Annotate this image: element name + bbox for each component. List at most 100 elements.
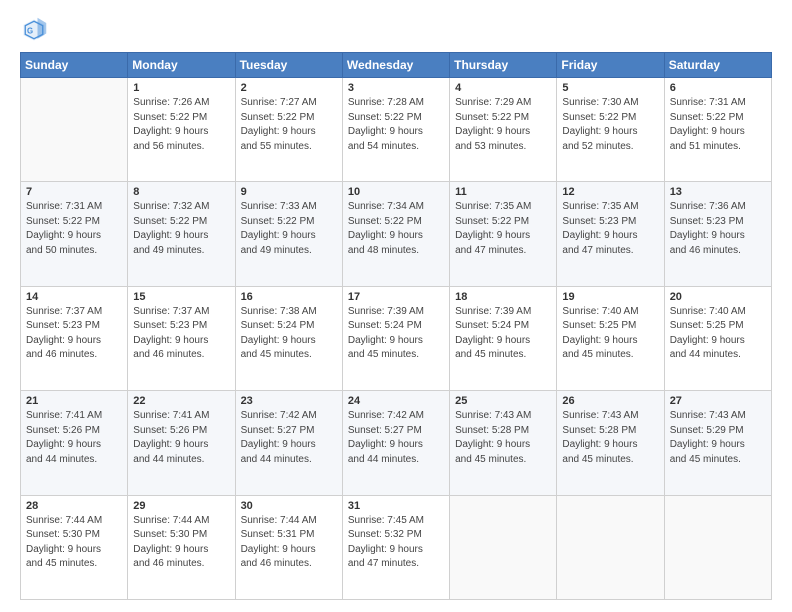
day-info: Sunrise: 7:43 AM Sunset: 5:29 PM Dayligh… (670, 409, 766, 467)
day-number: 24 (348, 395, 444, 407)
day-number: 19 (562, 291, 658, 303)
calendar-cell (450, 495, 557, 599)
day-number: 9 (241, 186, 337, 198)
svg-text:G: G (27, 27, 33, 36)
week-row-3: 14Sunrise: 7:37 AM Sunset: 5:23 PM Dayli… (21, 286, 772, 390)
weekday-header-monday: Monday (128, 53, 235, 78)
day-number: 1 (133, 82, 229, 94)
calendar-cell: 1 Sunrise: 7:26 AM Sunset: 5:22 PM Daylig… (128, 78, 235, 182)
weekday-header-saturday: Saturday (664, 53, 771, 78)
day-info: Sunrise: 7:34 AM Sunset: 5:22 PM Dayligh… (348, 200, 444, 258)
weekday-header-tuesday: Tuesday (235, 53, 342, 78)
day-number: 17 (348, 291, 444, 303)
day-info: Sunrise: 7:44 AM Sunset: 5:30 PM Dayligh… (133, 514, 229, 572)
week-row-1: 1 Sunrise: 7:26 AM Sunset: 5:22 PM Daylig… (21, 78, 772, 182)
calendar-cell: 22 Sunrise: 7:41 AM Sunset: 5:26 PM Dayli… (128, 391, 235, 495)
calendar-cell: 9 Sunrise: 7:33 AM Sunset: 5:22 PM Daylig… (235, 182, 342, 286)
day-info: Sunrise: 7:26 AM Sunset: 5:22 PM Dayligh… (133, 96, 229, 154)
day-info: Sunrise: 7:44 AM Sunset: 5:30 PM Dayligh… (26, 514, 122, 572)
weekday-header-row: SundayMondayTuesdayWednesdayThursdayFrid… (21, 53, 772, 78)
logo-icon: G (20, 16, 48, 44)
calendar-cell: 2Sunrise: 7:27 AM Sunset: 5:22 PM Daylig… (235, 78, 342, 182)
day-number: 25 (455, 395, 551, 407)
day-number: 4 (455, 82, 551, 94)
calendar-cell: 24Sunrise: 7:42 AM Sunset: 5:27 PM Dayli… (342, 391, 449, 495)
day-info: Sunrise: 7:40 AM Sunset: 5:25 PM Dayligh… (670, 305, 766, 363)
day-info: Sunrise: 7:31 AM Sunset: 5:22 PM Dayligh… (670, 96, 766, 154)
day-info: Sunrise: 7:37 AM Sunset: 5:23 PM Dayligh… (26, 305, 122, 363)
calendar-cell: 3Sunrise: 7:28 AM Sunset: 5:22 PM Daylig… (342, 78, 449, 182)
calendar-cell: 14Sunrise: 7:37 AM Sunset: 5:23 PM Dayli… (21, 286, 128, 390)
day-info: Sunrise: 7:41 AM Sunset: 5:26 PM Dayligh… (133, 409, 229, 467)
calendar-cell: 20 Sunrise: 7:40 AM Sunset: 5:25 PM Dayli… (664, 286, 771, 390)
calendar-cell: 4 Sunrise: 7:29 AM Sunset: 5:22 PM Daylig… (450, 78, 557, 182)
calendar-cell: 15Sunrise: 7:37 AM Sunset: 5:23 PM Dayli… (128, 286, 235, 390)
calendar-cell: 29 Sunrise: 7:44 AM Sunset: 5:30 PM Dayli… (128, 495, 235, 599)
calendar-cell: 23 Sunrise: 7:42 AM Sunset: 5:27 PM Dayli… (235, 391, 342, 495)
day-number: 16 (241, 291, 337, 303)
calendar-cell: 27 Sunrise: 7:43 AM Sunset: 5:29 PM Dayli… (664, 391, 771, 495)
calendar-cell: 5Sunrise: 7:30 AM Sunset: 5:22 PM Daylig… (557, 78, 664, 182)
day-info: Sunrise: 7:32 AM Sunset: 5:22 PM Dayligh… (133, 200, 229, 258)
day-number: 3 (348, 82, 444, 94)
calendar-cell: 18 Sunrise: 7:39 AM Sunset: 5:24 PM Dayli… (450, 286, 557, 390)
day-info: Sunrise: 7:33 AM Sunset: 5:22 PM Dayligh… (241, 200, 337, 258)
calendar-cell: 21 Sunrise: 7:41 AM Sunset: 5:26 PM Dayli… (21, 391, 128, 495)
day-info: Sunrise: 7:35 AM Sunset: 5:22 PM Dayligh… (455, 200, 551, 258)
calendar-cell: 19 Sunrise: 7:40 AM Sunset: 5:25 PM Dayli… (557, 286, 664, 390)
calendar-cell: 10 Sunrise: 7:34 AM Sunset: 5:22 PM Dayli… (342, 182, 449, 286)
week-row-5: 28 Sunrise: 7:44 AM Sunset: 5:30 PM Dayli… (21, 495, 772, 599)
calendar-cell: 30 Sunrise: 7:44 AM Sunset: 5:31 PM Dayli… (235, 495, 342, 599)
day-number: 5 (562, 82, 658, 94)
day-info: Sunrise: 7:39 AM Sunset: 5:24 PM Dayligh… (348, 305, 444, 363)
day-info: Sunrise: 7:42 AM Sunset: 5:27 PM Dayligh… (241, 409, 337, 467)
day-info: Sunrise: 7:41 AM Sunset: 5:26 PM Dayligh… (26, 409, 122, 467)
day-number: 7 (26, 186, 122, 198)
day-number: 22 (133, 395, 229, 407)
day-number: 12 (562, 186, 658, 198)
weekday-header-friday: Friday (557, 53, 664, 78)
calendar-cell: 16 Sunrise: 7:38 AM Sunset: 5:24 PM Dayli… (235, 286, 342, 390)
day-number: 6 (670, 82, 766, 94)
day-number: 11 (455, 186, 551, 198)
day-number: 20 (670, 291, 766, 303)
weekday-header-wednesday: Wednesday (342, 53, 449, 78)
calendar-cell: 26Sunrise: 7:43 AM Sunset: 5:28 PM Dayli… (557, 391, 664, 495)
day-number: 27 (670, 395, 766, 407)
day-number: 28 (26, 500, 122, 512)
day-info: Sunrise: 7:40 AM Sunset: 5:25 PM Dayligh… (562, 305, 658, 363)
day-number: 18 (455, 291, 551, 303)
day-info: Sunrise: 7:44 AM Sunset: 5:31 PM Dayligh… (241, 514, 337, 572)
calendar-cell: 13 Sunrise: 7:36 AM Sunset: 5:23 PM Dayli… (664, 182, 771, 286)
day-number: 29 (133, 500, 229, 512)
header: G (20, 16, 772, 44)
day-info: Sunrise: 7:43 AM Sunset: 5:28 PM Dayligh… (455, 409, 551, 467)
calendar-cell: 25 Sunrise: 7:43 AM Sunset: 5:28 PM Dayli… (450, 391, 557, 495)
calendar-cell: 12Sunrise: 7:35 AM Sunset: 5:23 PM Dayli… (557, 182, 664, 286)
week-row-4: 21 Sunrise: 7:41 AM Sunset: 5:26 PM Dayli… (21, 391, 772, 495)
day-number: 13 (670, 186, 766, 198)
day-info: Sunrise: 7:45 AM Sunset: 5:32 PM Dayligh… (348, 514, 444, 572)
day-info: Sunrise: 7:36 AM Sunset: 5:23 PM Dayligh… (670, 200, 766, 258)
day-number: 23 (241, 395, 337, 407)
calendar-cell (21, 78, 128, 182)
calendar-cell: 11 Sunrise: 7:35 AM Sunset: 5:22 PM Dayli… (450, 182, 557, 286)
day-info: Sunrise: 7:29 AM Sunset: 5:22 PM Dayligh… (455, 96, 551, 154)
logo: G (20, 16, 52, 44)
calendar-cell: 31Sunrise: 7:45 AM Sunset: 5:32 PM Dayli… (342, 495, 449, 599)
calendar-cell (557, 495, 664, 599)
week-row-2: 7 Sunrise: 7:31 AM Sunset: 5:22 PM Daylig… (21, 182, 772, 286)
weekday-header-sunday: Sunday (21, 53, 128, 78)
day-info: Sunrise: 7:38 AM Sunset: 5:24 PM Dayligh… (241, 305, 337, 363)
day-number: 10 (348, 186, 444, 198)
day-info: Sunrise: 7:39 AM Sunset: 5:24 PM Dayligh… (455, 305, 551, 363)
day-number: 30 (241, 500, 337, 512)
calendar-cell: 8Sunrise: 7:32 AM Sunset: 5:22 PM Daylig… (128, 182, 235, 286)
calendar-table: SundayMondayTuesdayWednesdayThursdayFrid… (20, 52, 772, 600)
weekday-header-thursday: Thursday (450, 53, 557, 78)
day-info: Sunrise: 7:31 AM Sunset: 5:22 PM Dayligh… (26, 200, 122, 258)
day-info: Sunrise: 7:37 AM Sunset: 5:23 PM Dayligh… (133, 305, 229, 363)
day-number: 2 (241, 82, 337, 94)
calendar-cell: 6 Sunrise: 7:31 AM Sunset: 5:22 PM Daylig… (664, 78, 771, 182)
day-number: 21 (26, 395, 122, 407)
